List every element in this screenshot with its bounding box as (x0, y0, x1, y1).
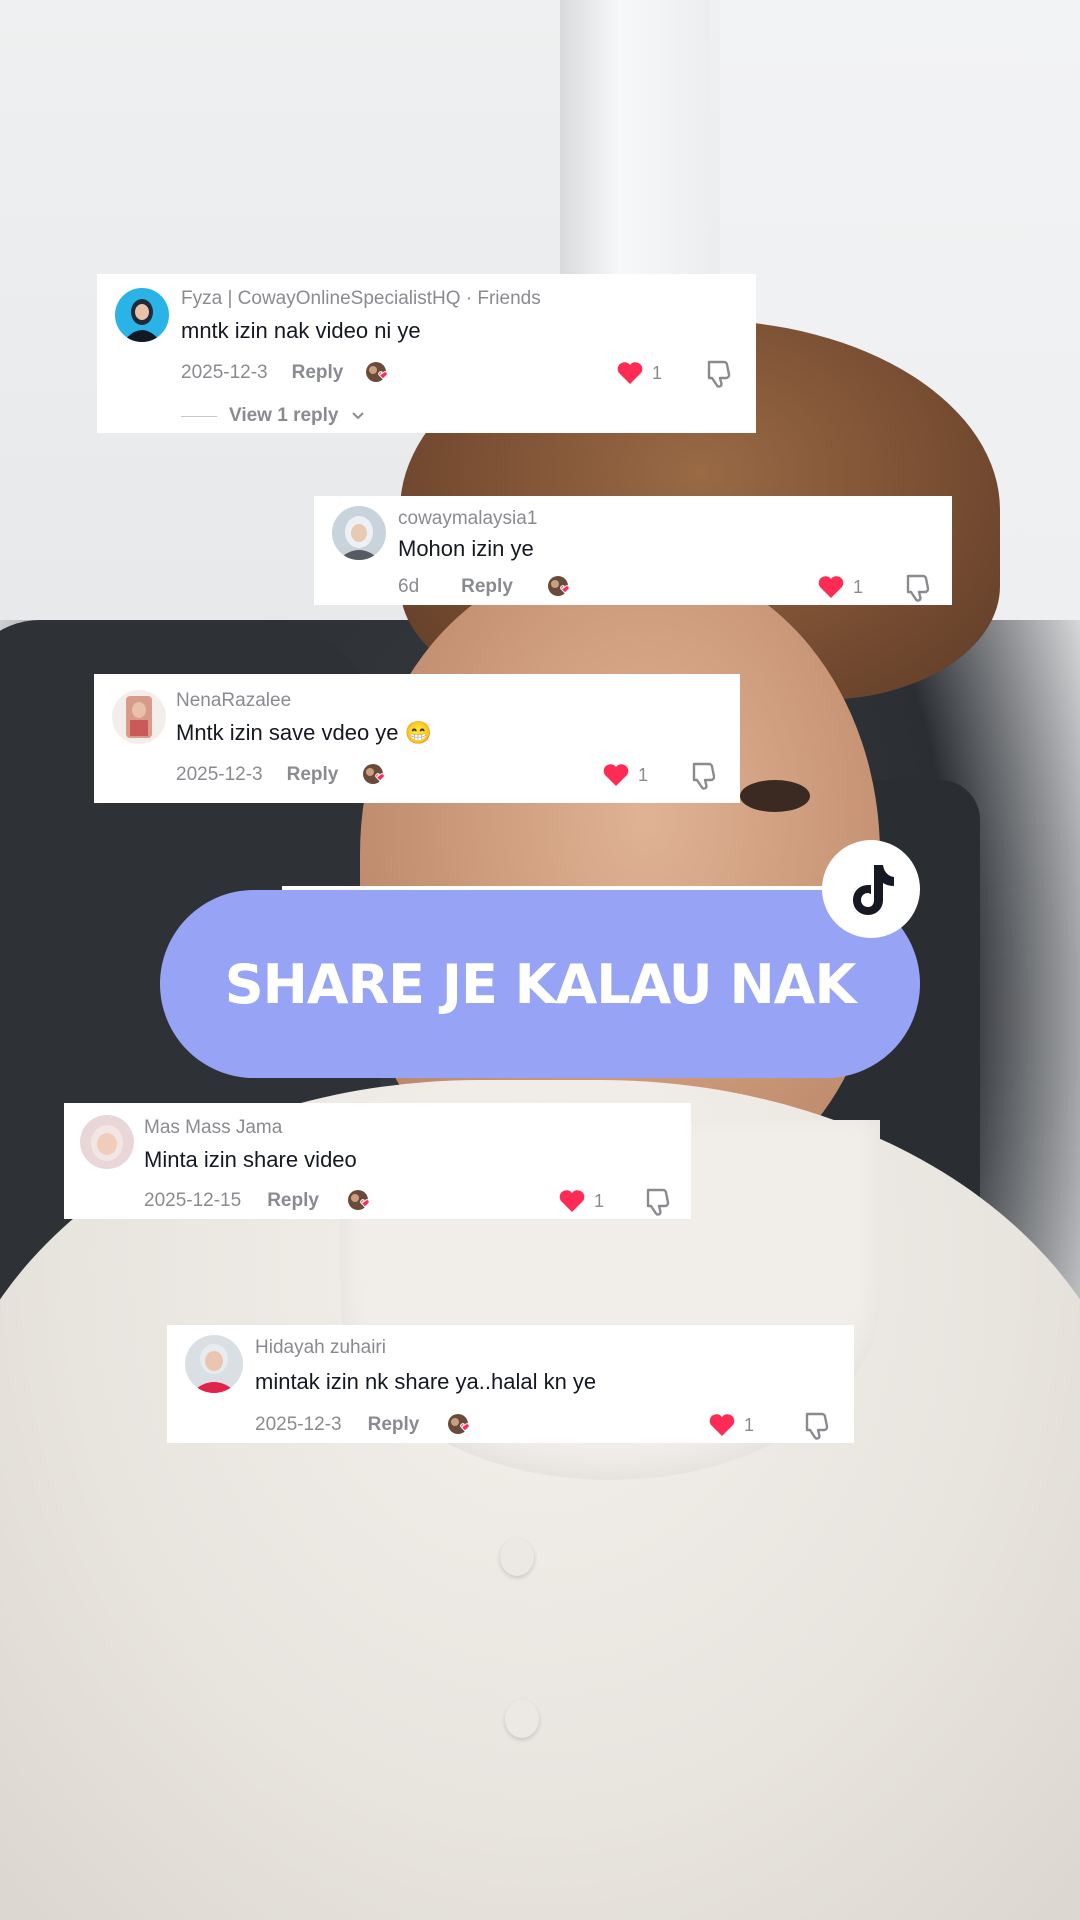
view-replies-button[interactable]: View 1 reply (181, 405, 365, 427)
comment-date: 2025-12-15 (144, 1190, 242, 1211)
comment-card: NenaRazalee Mntk izin save vdeo ye 😁 202… (94, 674, 740, 803)
like-count: 1 (652, 362, 663, 383)
comment-text: mntk izin nak video ni ye (181, 318, 421, 343)
avatar[interactable] (332, 506, 386, 560)
heart-icon (617, 362, 643, 384)
avatar[interactable] (112, 690, 166, 744)
comment-text: mintak izin nk share ya..halal kn ye (255, 1369, 597, 1394)
reply-button[interactable]: Reply (461, 576, 513, 598)
divider-line (181, 415, 217, 417)
like-count: 1 (638, 764, 649, 785)
person-eye (740, 780, 810, 812)
comment-meta: 6d Reply (398, 573, 571, 601)
comment-meta: 2025-12-3 Reply (176, 761, 386, 789)
video-frame: Fyza | CowayOnlineSpecialistHQ · Friends… (0, 0, 1080, 1920)
shirt-button (505, 1700, 539, 1738)
comment-text: Mntk izin save vdeo ye 😁 (176, 720, 433, 745)
avatar[interactable] (185, 1335, 243, 1393)
comment-text: Minta izin share video (144, 1147, 357, 1172)
like-count: 1 (594, 1190, 605, 1211)
chevron-down-icon (351, 412, 364, 420)
comment-card: cowaymalaysia1 Mohon izin ye 6d Reply 1 (314, 496, 952, 605)
comment-date: 2025-12-3 (176, 764, 263, 785)
comment-meta: 2025-12-3 Reply (255, 1411, 471, 1439)
comment-meta: 2025-12-3 Reply (181, 359, 389, 387)
thumbs-down-icon (707, 360, 731, 388)
heart-icon (559, 1190, 585, 1212)
comment-meta: 2025-12-15 Reply (144, 1187, 371, 1215)
avatar[interactable] (115, 288, 169, 342)
comment-card: Mas Mass Jama Minta izin share video 202… (64, 1103, 691, 1219)
like-button[interactable]: 1 (558, 1187, 604, 1215)
like-count: 1 (744, 1414, 755, 1435)
dislike-button[interactable] (904, 573, 932, 603)
thumbs-down-icon (646, 1188, 670, 1216)
thumbs-down-icon (906, 574, 930, 602)
reply-button[interactable]: Reply (292, 362, 344, 384)
dislike-button[interactable] (803, 1411, 831, 1441)
like-button[interactable]: 1 (708, 1411, 754, 1439)
avatar[interactable] (80, 1115, 134, 1169)
thumbs-down-icon (805, 1412, 829, 1440)
reply-button[interactable]: Reply (368, 1414, 420, 1436)
comment-card: Hidayah zuhairi mintak izin nk share ya.… (167, 1325, 854, 1443)
dislike-button[interactable] (705, 359, 733, 389)
comment-date: 6d (398, 576, 420, 597)
tiktok-logo-icon (822, 840, 920, 938)
background-window (560, 0, 710, 300)
view-replies-label: View 1 reply (229, 405, 339, 426)
creator-liked-icon (447, 1413, 471, 1437)
comment-username[interactable]: cowaymalaysia1 (398, 508, 537, 530)
comment-date: 2025-12-3 (255, 1414, 342, 1435)
comment-username[interactable]: NenaRazalee (176, 690, 291, 712)
heart-icon (818, 576, 844, 598)
comment-username[interactable]: Fyza | CowayOnlineSpecialistHQ · Friends (181, 288, 541, 310)
comment-username[interactable]: Mas Mass Jama (144, 1117, 282, 1139)
creator-liked-icon (365, 361, 389, 385)
comment-date: 2025-12-3 (181, 362, 268, 383)
comment-username[interactable]: Hidayah zuhairi (255, 1337, 386, 1359)
creator-liked-icon (547, 575, 571, 599)
dislike-button[interactable] (690, 761, 718, 791)
creator-liked-icon (362, 763, 386, 787)
banner-text: SHARE JE KALAU NAK (224, 952, 857, 1016)
like-count: 1 (853, 576, 864, 597)
shirt-button (500, 1538, 534, 1576)
heart-icon (709, 1414, 735, 1436)
like-button[interactable]: 1 (616, 359, 662, 387)
like-button[interactable]: 1 (817, 573, 863, 601)
like-button[interactable]: 1 (602, 761, 648, 789)
caption-banner: SHARE JE KALAU NAK (160, 890, 920, 1078)
reply-button[interactable]: Reply (267, 1190, 319, 1212)
reply-button[interactable]: Reply (287, 764, 339, 786)
comment-text: Mohon izin ye (398, 536, 534, 561)
thumbs-down-icon (692, 762, 716, 790)
creator-liked-icon (347, 1189, 371, 1213)
comment-card: Fyza | CowayOnlineSpecialistHQ · Friends… (97, 274, 756, 433)
heart-icon (603, 764, 629, 786)
dislike-button[interactable] (644, 1187, 672, 1217)
